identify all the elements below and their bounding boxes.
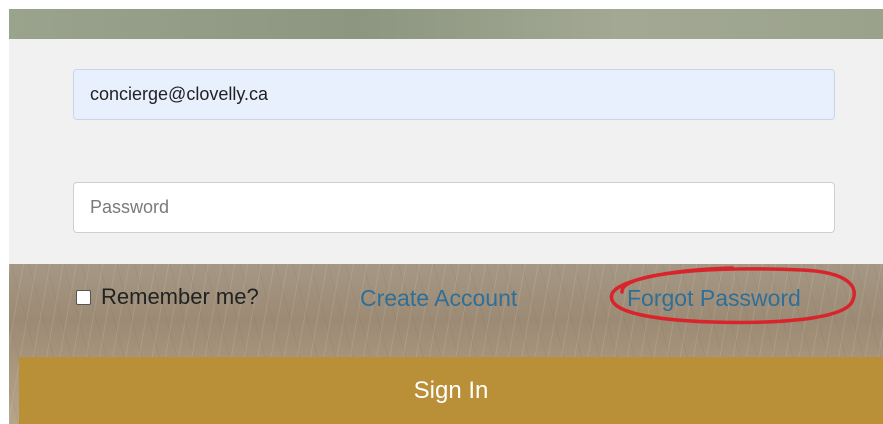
background-top-strip	[9, 9, 883, 39]
sign-in-button[interactable]: Sign In	[19, 357, 883, 424]
remember-me-label: Remember me?	[101, 284, 259, 309]
create-account-link[interactable]: Create Account	[360, 285, 517, 312]
forgot-password-link[interactable]: Forgot Password	[627, 285, 801, 312]
password-field[interactable]	[73, 182, 835, 233]
email-field[interactable]	[73, 69, 835, 120]
checkbox-icon[interactable]	[76, 289, 91, 305]
login-screen: Remember me? Create Account Forgot Passw…	[0, 0, 883, 424]
remember-me-checkbox[interactable]: Remember me?	[76, 284, 259, 310]
